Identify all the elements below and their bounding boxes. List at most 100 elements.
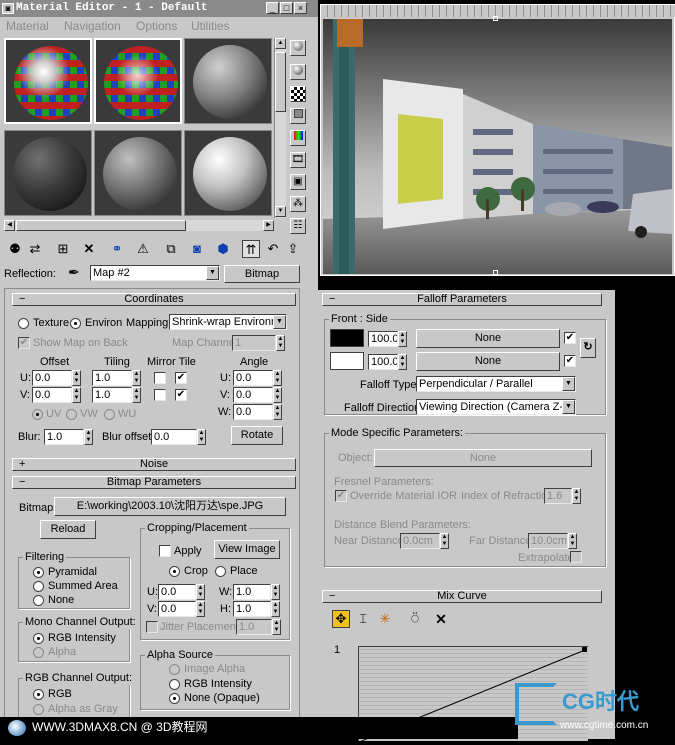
v-mirror-checkbox[interactable]	[154, 389, 166, 401]
map-channel-spinner[interactable]: ▲ ▼	[276, 335, 285, 351]
none-opaque-radio[interactable]	[169, 693, 180, 704]
coordinates-rollout-header[interactable]: − Coordinates	[12, 293, 296, 306]
u-tiling-field[interactable]: 1.0	[92, 370, 132, 386]
crop-v-spinner[interactable]: ▲ ▼	[196, 601, 205, 617]
pick-material-eyedropper-icon[interactable]: ✒	[68, 264, 80, 281]
map-type-button[interactable]: Bitmap	[224, 265, 300, 283]
sample-uv-tiling-icon[interactable]	[290, 108, 306, 124]
menu-options[interactable]: Options	[136, 17, 177, 36]
u-offset-spinner[interactable]: ▲ ▼	[72, 370, 81, 386]
scroll-thumb[interactable]	[275, 52, 286, 112]
u-angle-spinner[interactable]: ▲ ▼	[273, 370, 282, 386]
crop-u-spinner[interactable]: ▲ ▼	[196, 584, 205, 600]
crop-radio[interactable]	[169, 566, 180, 577]
u-offset-field[interactable]: 0.0	[32, 370, 72, 386]
alpha-as-gray-radio[interactable]	[33, 704, 44, 715]
w-angle-spinner[interactable]: ▲ ▼	[273, 404, 282, 420]
show-end-result-icon[interactable]: ⬢	[214, 240, 232, 258]
material-id-icon[interactable]: ⧉	[162, 240, 180, 258]
checker-background-icon[interactable]	[290, 86, 306, 102]
up-level-icon[interactable]: ⇪	[284, 240, 302, 258]
crop-u-field[interactable]: 0.0	[158, 584, 196, 600]
jitter-placement-checkbox[interactable]	[146, 621, 158, 633]
crop-h-spinner[interactable]: ▲ ▼	[271, 601, 280, 617]
rotate-button[interactable]: Rotate	[231, 426, 283, 445]
v-tiling-spinner[interactable]: ▲ ▼	[132, 387, 141, 403]
filter-none-radio[interactable]	[33, 595, 44, 606]
apply-checkbox[interactable]	[159, 545, 171, 557]
side-color-swatch[interactable]	[330, 352, 364, 370]
summed-area-radio[interactable]	[33, 581, 44, 592]
mono-alpha-radio[interactable]	[33, 647, 44, 658]
go-to-parent-icon[interactable]: ⇈	[242, 240, 260, 258]
map-name-field[interactable]: Map #2 ▼	[90, 265, 220, 281]
get-material-icon[interactable]: ⚉	[6, 240, 24, 258]
slots-horizontal-scrollbar[interactable]: ◀ ▶	[4, 220, 274, 231]
side-amount-field[interactable]: 100.0	[368, 354, 398, 370]
maximize-button[interactable]: □	[280, 2, 293, 14]
video-color-check-icon[interactable]	[290, 130, 306, 146]
ior-spinner[interactable]: ▲ ▼	[572, 488, 581, 504]
material-navigator-icon[interactable]: ☷	[290, 218, 306, 234]
uv-radio[interactable]	[32, 409, 43, 420]
put-to-library-icon[interactable]: ⚠	[134, 240, 152, 258]
sample-slot-2[interactable]	[94, 38, 182, 124]
make-unique-icon[interactable]: ⚭	[108, 240, 126, 258]
v-offset-spinner[interactable]: ▲ ▼	[72, 387, 81, 403]
vw-radio[interactable]	[66, 409, 77, 420]
side-amount-spinner[interactable]: ▲ ▼	[398, 354, 407, 370]
texture-radio[interactable]	[18, 318, 29, 329]
reset-curve-icon[interactable]: ⍥	[406, 610, 424, 628]
scroll-up-arrow-icon[interactable]: ▲	[275, 38, 286, 49]
add-point-icon[interactable]: ✳	[376, 610, 394, 628]
noise-rollout-header[interactable]: + Noise	[12, 458, 296, 471]
move-icon[interactable]: ✥	[332, 610, 350, 628]
u-tile-checkbox[interactable]: ✔	[175, 372, 187, 384]
sample-type-sphere-icon[interactable]	[290, 40, 306, 56]
v-offset-field[interactable]: 0.0	[32, 387, 72, 403]
falloff-parameters-rollout-header[interactable]: − Falloff Parameters	[322, 293, 602, 306]
wu-radio[interactable]	[104, 409, 115, 420]
v-tile-checkbox[interactable]: ✔	[175, 389, 187, 401]
side-map-checkbox[interactable]: ✔	[564, 355, 576, 367]
reload-button[interactable]: Reload	[40, 520, 96, 539]
u-angle-field[interactable]: 0.0	[233, 370, 273, 386]
jitter-spinner[interactable]: ▲ ▼	[272, 619, 281, 635]
extrapolate-checkbox[interactable]	[570, 551, 582, 563]
u-mirror-checkbox[interactable]	[154, 372, 166, 384]
delete-point-icon[interactable]: ✕	[432, 610, 450, 628]
object-pick-button[interactable]: None	[374, 449, 592, 467]
backlight-icon[interactable]	[290, 64, 306, 80]
crop-h-field[interactable]: 1.0	[233, 601, 271, 617]
crop-v-field[interactable]: 0.0	[158, 601, 196, 617]
w-angle-field[interactable]: 0.0	[233, 404, 273, 420]
near-distance-spinner[interactable]: ▲ ▼	[440, 533, 449, 549]
jitter-field[interactable]: 1.0	[236, 619, 272, 635]
make-preview-icon[interactable]: 🎞	[290, 152, 306, 168]
show-map-on-back-checkbox[interactable]: ✔	[18, 337, 30, 349]
menu-material[interactable]: Material	[6, 17, 49, 36]
sample-slot-4[interactable]	[4, 130, 92, 216]
blur-field[interactable]: 1.0	[44, 429, 84, 445]
sample-slot-5[interactable]	[94, 130, 182, 216]
close-button[interactable]: ×	[294, 2, 307, 14]
bitmap-parameters-rollout-header[interactable]: − Bitmap Parameters	[12, 476, 296, 489]
delete-icon[interactable]: ✕	[80, 240, 98, 258]
blur-offset-spinner[interactable]: ▲ ▼	[197, 429, 206, 445]
falloff-type-dropdown[interactable]: Perpendicular / Parallel ▼	[416, 376, 576, 392]
menu-utilities[interactable]: Utilities	[191, 17, 230, 36]
go-forward-sibling-icon[interactable]: ↶	[264, 240, 282, 258]
mono-rgb-intensity-radio[interactable]	[33, 633, 44, 644]
bitmap-path-button[interactable]: E:\working\2003.10\沈阳万达\spe.JPG	[54, 497, 286, 516]
falloff-direction-dropdown[interactable]: Viewing Direction (Camera Z-Axis) ▼	[416, 399, 576, 415]
front-color-swatch[interactable]	[330, 329, 364, 347]
view-image-button[interactable]: View Image	[214, 540, 280, 559]
sample-slot-1[interactable]	[4, 38, 92, 124]
rgb-output-radio[interactable]	[33, 689, 44, 700]
scroll-down-arrow-icon[interactable]: ▼	[275, 206, 286, 217]
v-angle-spinner[interactable]: ▲ ▼	[273, 387, 282, 403]
environ-radio[interactable]	[70, 318, 81, 329]
blur-offset-field[interactable]: 0.0	[151, 429, 197, 445]
assign-to-selection-icon[interactable]: ⊞	[54, 240, 72, 258]
select-by-material-icon[interactable]: ⁂	[290, 196, 306, 212]
